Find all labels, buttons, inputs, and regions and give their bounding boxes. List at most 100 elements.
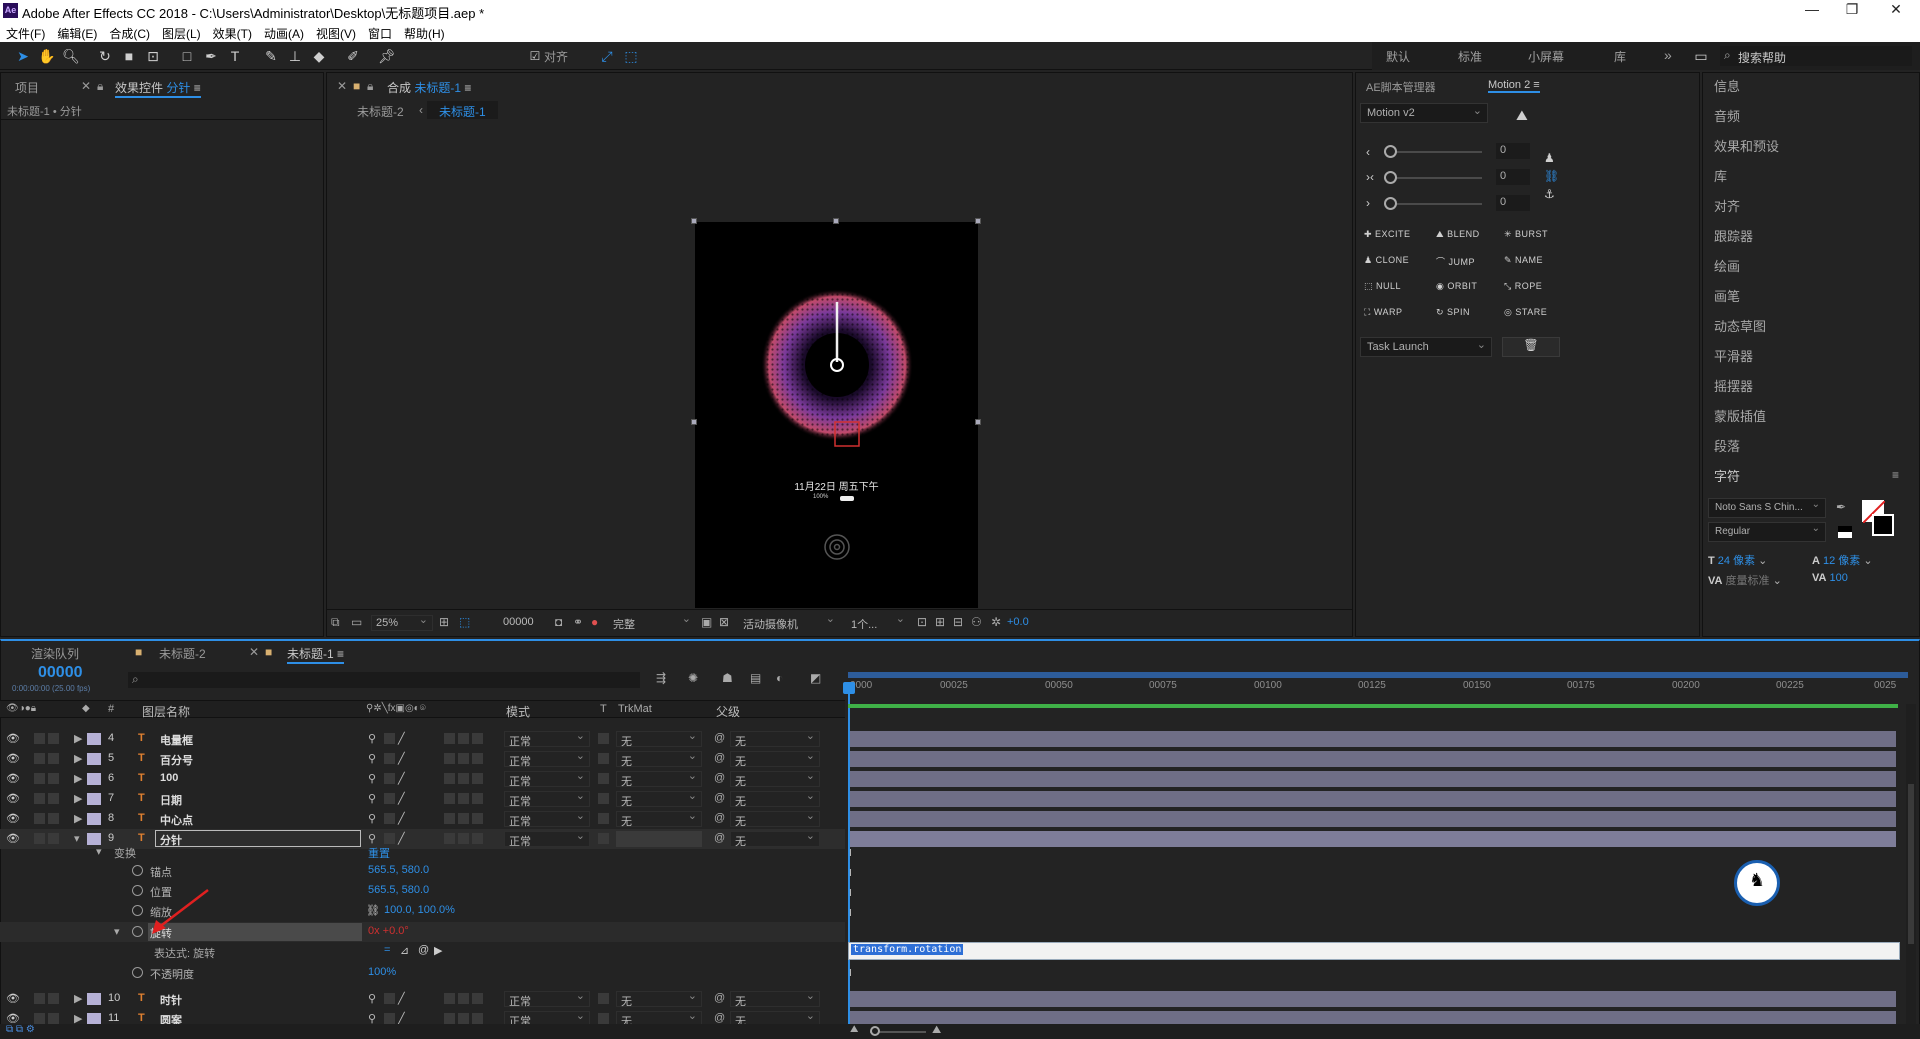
close-icon[interactable]: ✕ <box>81 79 91 93</box>
parent-dropdown[interactable]: 无 <box>730 829 820 848</box>
tab-comp-2[interactable]: 未标题-2 <box>159 645 206 662</box>
link-icon[interactable]: ⛓ <box>1544 169 1559 183</box>
solo-toggle[interactable] <box>48 993 59 1004</box>
value-ease-both[interactable]: 0 <box>1496 169 1530 185</box>
layer-name[interactable]: 分针 <box>160 832 182 848</box>
frame-blend-switch[interactable] <box>472 813 483 824</box>
slider-ease-both[interactable] <box>1384 177 1482 179</box>
workspace-standard[interactable]: 标准 <box>1458 48 1482 65</box>
rotation-twirl-icon[interactable]: ▾ <box>114 925 120 938</box>
expression-pickwhip-icon[interactable]: @ <box>418 944 429 956</box>
preserve-transparency-toggle[interactable] <box>598 753 609 764</box>
frame-blend-switch[interactable] <box>472 1013 483 1024</box>
close-icon[interactable]: ✕ <box>249 645 259 659</box>
quality-switch[interactable] <box>384 773 395 784</box>
trkmat-dropdown[interactable]: 无 <box>616 729 702 748</box>
frame-blend-icon[interactable]: ▤ <box>750 671 761 685</box>
scale-value[interactable]: 100.0, 100.0% <box>384 904 455 916</box>
pickwhip-icon[interactable]: @ <box>714 752 725 764</box>
transparency-grid-icon[interactable]: ⊠ <box>719 615 729 629</box>
3d-switch[interactable] <box>458 733 469 744</box>
tab-comp-1[interactable]: 未标题-1 ≡ <box>287 645 345 664</box>
menu-effect[interactable]: 效果(T) <box>207 22 258 42</box>
pickwhip-icon[interactable]: @ <box>714 812 725 824</box>
pickwhip-icon[interactable]: @ <box>714 1012 725 1024</box>
preserve-transparency-toggle[interactable] <box>598 833 609 844</box>
character-menu-icon[interactable]: ≡ <box>1892 468 1899 482</box>
zoom-tool-icon[interactable]: 🔍︎ <box>62 47 80 65</box>
pan-behind-tool-icon[interactable]: ⊡ <box>144 47 162 65</box>
anchor-icon[interactable]: ⚓ <box>1544 187 1555 201</box>
bell-icon[interactable]: ♟ <box>1544 151 1555 165</box>
keyframe-marker[interactable]: I <box>849 888 852 899</box>
layer-search-input[interactable]: ⌕ <box>128 672 640 688</box>
opacity-value[interactable]: 100% <box>368 966 396 978</box>
slider-ease-in[interactable] <box>1384 151 1482 153</box>
keyframe-marker[interactable]: I <box>849 908 852 919</box>
timeline-icon[interactable]: ⊟ <box>953 615 963 629</box>
audio-toggle[interactable] <box>34 1013 45 1024</box>
expression-enable-icon[interactable]: = <box>384 944 390 956</box>
exposure-reset-icon[interactable]: ✲ <box>991 615 1001 629</box>
menu-layer[interactable]: 图层(L) <box>156 22 207 42</box>
expression-menu-icon[interactable]: ▶ <box>434 944 442 957</box>
type-tool-icon[interactable]: T <box>226 47 244 65</box>
anchor-value[interactable]: 565.5, 580.0 <box>368 864 429 876</box>
col-layer-name[interactable]: 图层名称 <box>142 703 190 720</box>
layer-row[interactable]: 👁︎ ▶ 10 T 时针 ⚲ ╱ 正常 无 @ 无 <box>0 989 845 1009</box>
camera-tool-icon[interactable]: ■ <box>120 47 138 65</box>
panel-libraries[interactable]: 库 <box>1714 166 1904 185</box>
region-icon[interactable]: ⬚ <box>459 615 470 629</box>
stopwatch-icon[interactable] <box>132 904 143 916</box>
zoom-in-icon[interactable]: ⛰ <box>932 1024 941 1037</box>
blend-mode-dropdown[interactable]: 正常 <box>504 769 590 788</box>
layer-name[interactable]: 中心点 <box>160 812 193 828</box>
roi-icon[interactable]: ▣ <box>701 615 712 629</box>
search-help-field[interactable]: ⌕ 搜索帮助 <box>1720 46 1912 66</box>
blend-mode-dropdown[interactable]: 正常 <box>504 729 590 748</box>
twirl-icon[interactable]: ▾ <box>74 832 80 845</box>
workspace-more-button[interactable]: » <box>1664 47 1672 63</box>
panel-wiggler[interactable]: 摇摆器 <box>1714 376 1904 395</box>
orbit-button[interactable]: ◉ ORBIT <box>1436 281 1477 292</box>
pen-tool-icon[interactable]: ✒ <box>202 47 220 65</box>
pickwhip-icon[interactable]: @ <box>714 772 725 784</box>
tracking-field[interactable]: VA 100 <box>1812 572 1848 584</box>
fast-preview-icon[interactable]: ⊞ <box>935 615 945 629</box>
audio-toggle[interactable] <box>34 793 45 804</box>
collapse-switch-icon[interactable]: ⚲ <box>368 832 376 845</box>
menu-help[interactable]: 帮助(H) <box>398 22 451 42</box>
solo-toggle[interactable] <box>48 1013 59 1024</box>
panel-character[interactable]: 字符 <box>1714 466 1904 485</box>
tab-project[interactable]: 项目 <box>15 79 39 96</box>
blend-mode-dropdown[interactable]: 正常 <box>504 829 590 848</box>
views-dropdown[interactable]: 1个... <box>847 612 909 631</box>
workspace-default[interactable]: 默认 <box>1386 48 1410 65</box>
3d-switch[interactable] <box>458 813 469 824</box>
adjustment-switch[interactable] <box>444 773 455 784</box>
quality-slash-icon[interactable]: ╱ <box>398 772 405 785</box>
solo-toggle[interactable] <box>48 813 59 824</box>
collapse-switch-icon[interactable]: ⚲ <box>368 772 376 785</box>
audio-toggle[interactable] <box>34 753 45 764</box>
position-value[interactable]: 565.5, 580.0 <box>368 884 429 896</box>
3d-switch[interactable] <box>458 753 469 764</box>
quality-slash-icon[interactable]: ╱ <box>398 752 405 765</box>
trkmat-dropdown[interactable]: 无 <box>616 989 702 1008</box>
keyframe-marker[interactable]: I <box>849 868 852 879</box>
panel-effects-presets[interactable]: 效果和预设 <box>1714 136 1904 155</box>
menu-composition[interactable]: 合成(C) <box>103 22 156 42</box>
layer-name[interactable]: 100 <box>160 772 178 784</box>
frame-blend-switch[interactable] <box>472 773 483 784</box>
blend-mode-dropdown[interactable]: 正常 <box>504 789 590 808</box>
panel-brushes[interactable]: 画笔 <box>1714 286 1904 305</box>
3d-switch[interactable] <box>458 773 469 784</box>
adjustment-switch[interactable] <box>444 793 455 804</box>
rope-button[interactable]: ⤡ ROPE <box>1504 281 1542 292</box>
transform-twirl-icon[interactable]: ▾ <box>96 845 102 858</box>
audio-toggle[interactable] <box>34 993 45 1004</box>
black-white-icon[interactable] <box>1838 526 1852 538</box>
layer-name[interactable]: 电量框 <box>160 732 193 748</box>
quality-switch[interactable] <box>384 793 395 804</box>
layer-name-edit-box[interactable] <box>155 830 361 847</box>
